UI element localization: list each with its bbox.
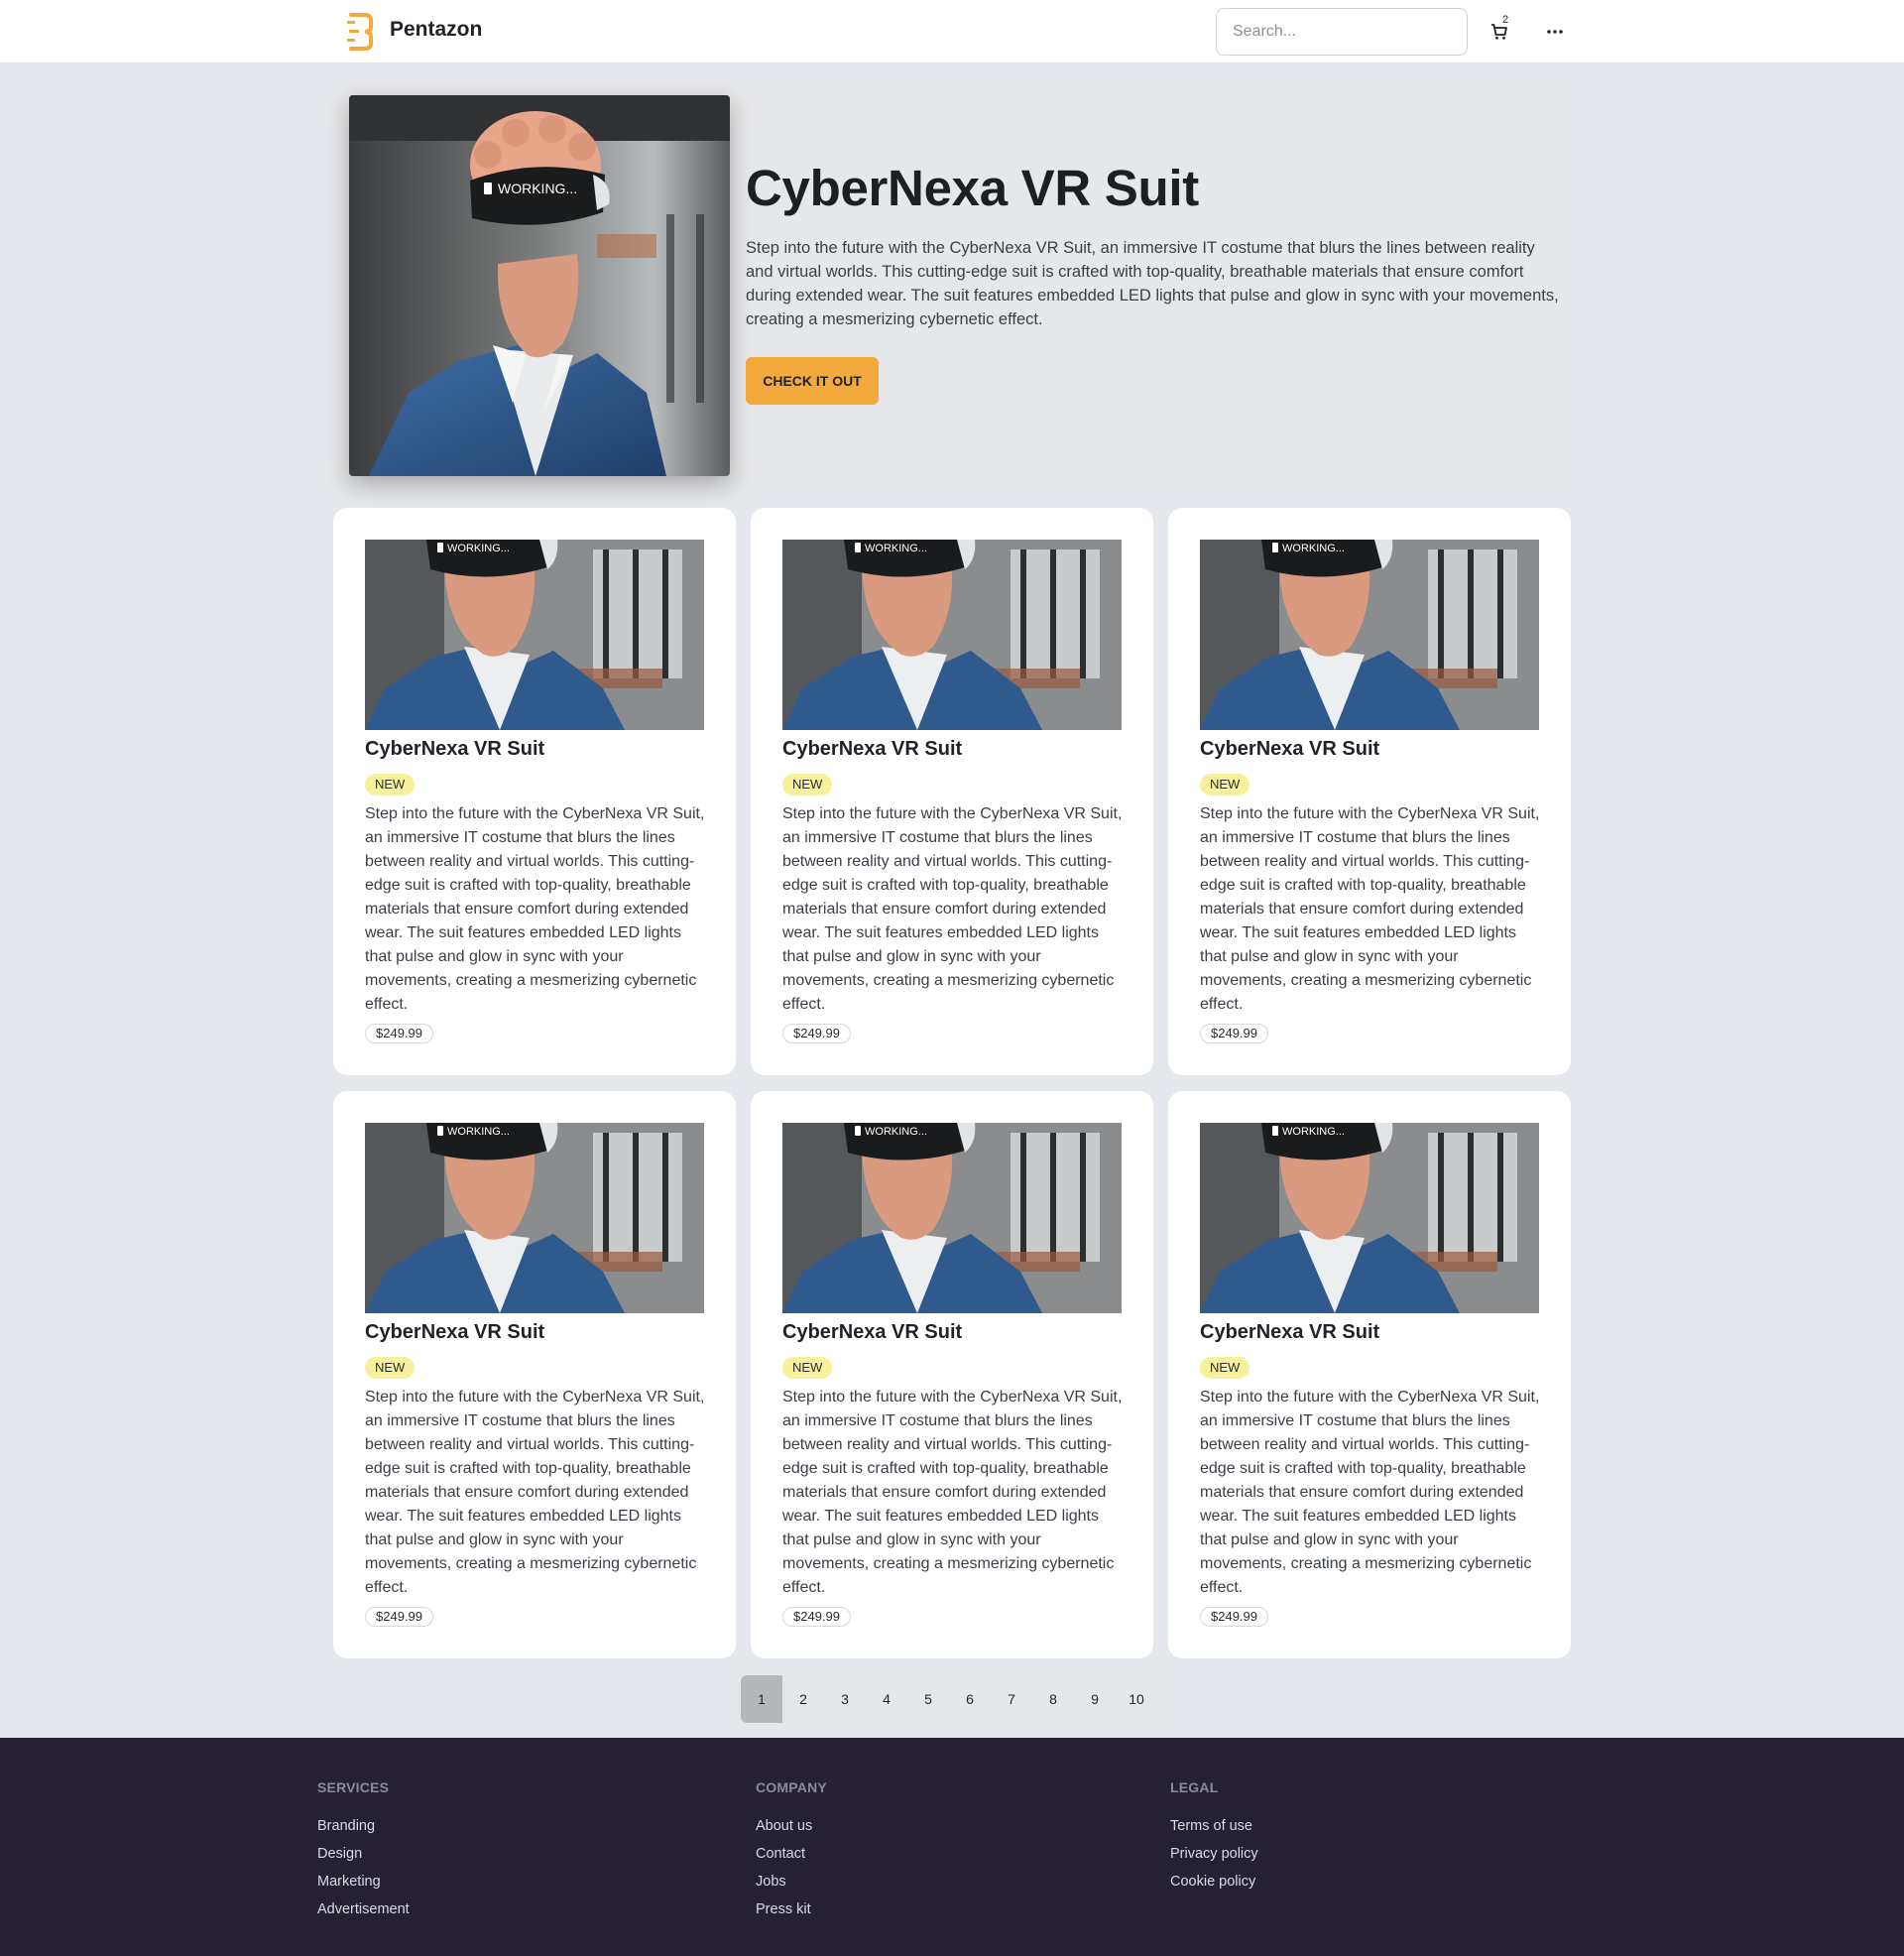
footer-link-cookie-policy[interactable]: Cookie policy bbox=[1170, 1868, 1258, 1895]
cart-button[interactable] bbox=[1484, 16, 1515, 48]
footer-link-terms-of-use[interactable]: Terms of use bbox=[1170, 1812, 1258, 1840]
product-title[interactable]: CyberNexa VR Suit bbox=[1200, 738, 1379, 761]
footer-link-privacy-policy[interactable]: Privacy policy bbox=[1170, 1840, 1258, 1868]
footer-link-about-us[interactable]: About us bbox=[756, 1812, 827, 1840]
product-title[interactable]: CyberNexa VR Suit bbox=[365, 738, 544, 761]
check-it-out-button[interactable]: CHECK IT OUT bbox=[746, 357, 879, 405]
footer-link-design[interactable]: Design bbox=[317, 1840, 410, 1868]
product-card[interactable]: WORKING... CyberNexa VR Suit NEW Step in… bbox=[751, 508, 1153, 1075]
pentazon-logo-icon[interactable] bbox=[347, 13, 375, 51]
hero-banner: WORKING... CyberNexa VR Suit Step into t… bbox=[333, 79, 1571, 486]
product-title[interactable]: CyberNexa VR Suit bbox=[365, 1321, 544, 1344]
new-badge: NEW bbox=[782, 774, 833, 795]
price-tag: $249.99 bbox=[365, 1607, 433, 1627]
footer-link-branding[interactable]: Branding bbox=[317, 1812, 410, 1840]
more-options-button[interactable] bbox=[1540, 16, 1570, 48]
footer-column-company: Company About us Contact Jobs Press kit bbox=[756, 1779, 827, 1923]
product-title[interactable]: CyberNexa VR Suit bbox=[782, 1321, 962, 1344]
hero-title: CyberNexa VR Suit bbox=[746, 160, 1199, 216]
product-image[interactable]: WORKING... bbox=[1200, 540, 1539, 730]
product-card[interactable]: WORKING... CyberNexa VR Suit NEW Step in… bbox=[1168, 1091, 1571, 1658]
footer-link-press-kit[interactable]: Press kit bbox=[756, 1895, 827, 1923]
footer-link-marketing[interactable]: Marketing bbox=[317, 1868, 410, 1895]
footer-heading: Legal bbox=[1170, 1779, 1219, 1795]
hero-description: Step into the future with the CyberNexa … bbox=[746, 239, 1559, 328]
page-button-8[interactable]: 8 bbox=[1032, 1675, 1074, 1723]
brand-name[interactable]: Pentazon bbox=[390, 18, 482, 42]
headset-screen-text: WORKING... bbox=[1282, 1126, 1345, 1138]
footer-link-advertisement[interactable]: Advertisement bbox=[317, 1895, 410, 1923]
page-button-5[interactable]: 5 bbox=[907, 1675, 949, 1723]
product-image[interactable]: WORKING... bbox=[365, 1123, 704, 1313]
pagination: 1 2 3 4 5 6 7 8 9 10 bbox=[741, 1675, 1163, 1723]
product-description: Step into the future with the CyberNexa … bbox=[365, 805, 705, 1013]
search-input[interactable] bbox=[1216, 8, 1468, 56]
footer-column-legal: Legal Terms of use Privacy policy Cookie po… bbox=[1170, 1779, 1258, 1895]
product-title[interactable]: CyberNexa VR Suit bbox=[782, 738, 962, 761]
product-title[interactable]: CyberNexa VR Suit bbox=[1200, 1321, 1379, 1344]
headset-screen-text: WORKING... bbox=[865, 1126, 927, 1138]
page-button-3[interactable]: 3 bbox=[824, 1675, 866, 1723]
product-card[interactable]: WORKING... CyberNexa VR Suit NEW Step in… bbox=[1168, 508, 1571, 1075]
cart-count-badge: 2 bbox=[1502, 14, 1509, 26]
product-description: Step into the future with the CyberNexa … bbox=[1200, 1389, 1540, 1596]
page-button-7[interactable]: 7 bbox=[991, 1675, 1032, 1723]
product-description: Step into the future with the CyberNexa … bbox=[782, 1389, 1123, 1596]
product-image[interactable]: WORKING... bbox=[782, 1123, 1122, 1313]
product-card[interactable]: WORKING... CyberNexa VR Suit NEW Step in… bbox=[751, 1091, 1153, 1658]
headset-screen-text: WORKING... bbox=[498, 181, 577, 196]
page-button-4[interactable]: 4 bbox=[866, 1675, 907, 1723]
product-description: Step into the future with the CyberNexa … bbox=[1200, 805, 1540, 1013]
more-horizontal-icon bbox=[1547, 30, 1563, 34]
price-tag: $249.99 bbox=[782, 1607, 851, 1627]
product-image[interactable]: WORKING... bbox=[782, 540, 1122, 730]
product-description: Step into the future with the CyberNexa … bbox=[782, 805, 1123, 1013]
new-badge: NEW bbox=[365, 1357, 416, 1379]
new-badge: NEW bbox=[1200, 1357, 1250, 1379]
page-button-10[interactable]: 10 bbox=[1116, 1675, 1157, 1723]
page-button-9[interactable]: 9 bbox=[1074, 1675, 1116, 1723]
headset-screen-text: WORKING... bbox=[447, 543, 510, 554]
price-tag: $249.99 bbox=[1200, 1607, 1268, 1627]
product-description: Step into the future with the CyberNexa … bbox=[365, 1389, 705, 1596]
product-image[interactable]: WORKING... bbox=[365, 540, 704, 730]
price-tag: $249.99 bbox=[1200, 1024, 1268, 1043]
headset-screen-text: WORKING... bbox=[447, 1126, 510, 1138]
new-badge: NEW bbox=[782, 1357, 833, 1379]
footer-link-contact[interactable]: Contact bbox=[756, 1840, 827, 1868]
footer-column-services: Services Branding Design Marketing Advertise… bbox=[317, 1779, 410, 1923]
page-button-6[interactable]: 6 bbox=[949, 1675, 991, 1723]
hero-product-image: WORKING... bbox=[349, 95, 730, 476]
top-navbar: Pentazon 2 bbox=[0, 0, 1904, 63]
footer-heading: Services bbox=[317, 1779, 390, 1795]
footer-heading: Company bbox=[756, 1779, 827, 1795]
headset-screen-text: WORKING... bbox=[865, 543, 927, 554]
headset-screen-text: WORKING... bbox=[1282, 543, 1345, 554]
new-badge: NEW bbox=[1200, 774, 1250, 795]
page-button-1[interactable]: 1 bbox=[741, 1675, 782, 1723]
page-button-2[interactable]: 2 bbox=[782, 1675, 824, 1723]
site-footer: Services Branding Design Marketing Advertise… bbox=[0, 1738, 1904, 1956]
price-tag: $249.99 bbox=[365, 1024, 433, 1043]
product-card[interactable]: WORKING... CyberNexa VR Suit NEW Step in… bbox=[333, 1091, 736, 1658]
product-image[interactable]: WORKING... bbox=[1200, 1123, 1539, 1313]
footer-link-jobs[interactable]: Jobs bbox=[756, 1868, 827, 1895]
price-tag: $249.99 bbox=[782, 1024, 851, 1043]
new-badge: NEW bbox=[365, 774, 416, 795]
product-card[interactable]: WORKING... CyberNexa VR Suit NEW Step in… bbox=[333, 508, 736, 1075]
